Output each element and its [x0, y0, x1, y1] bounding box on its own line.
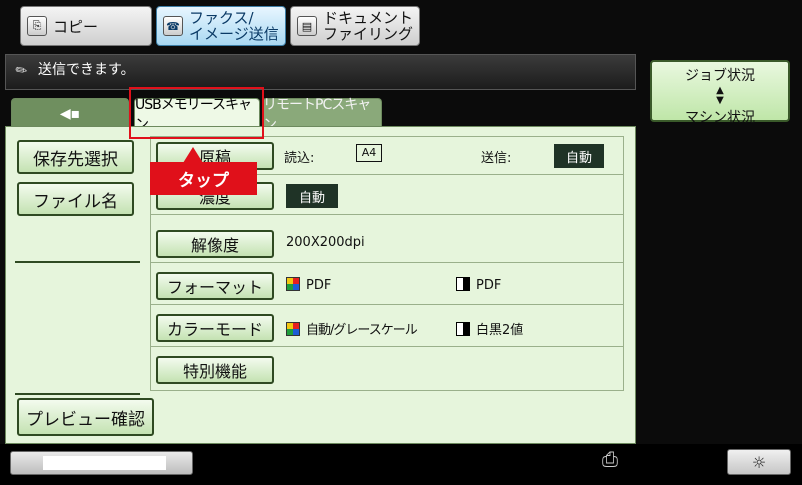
preview-label: プレビュー確認	[26, 409, 145, 430]
destination-select-button[interactable]: 保存先選択	[17, 140, 134, 174]
row-color-mode: カラーモード 自動/グレースケール 白黒2値	[151, 309, 623, 347]
preview-button[interactable]: プレビュー確認	[17, 398, 154, 436]
copy-icon: ⎘	[27, 16, 47, 36]
resolution-button[interactable]: 解像度	[156, 230, 274, 258]
copy-mode-label: コピー	[53, 17, 99, 36]
back-tab[interactable]: ◀▪	[11, 98, 129, 128]
copy-mode-tab[interactable]: ⎘ コピー	[20, 6, 152, 46]
resolution-label: 解像度	[190, 236, 239, 255]
filing-tab-line2: ファイリング	[323, 25, 414, 43]
format-label: フォーマット	[166, 278, 263, 297]
job-status-label: ジョブ状況	[685, 68, 755, 84]
progress-bar	[10, 451, 193, 475]
machine-status-label: マシン状況	[685, 110, 755, 126]
color-mode-label: カラーモード	[166, 320, 263, 339]
special-functions-button[interactable]: 特別機能	[156, 356, 274, 384]
read-label: 読込:	[284, 151, 315, 166]
filename-label: ファイル名	[33, 191, 118, 212]
toggle-arrows-icon: ▲ ▼	[716, 85, 724, 106]
format-button[interactable]: フォーマット	[156, 272, 274, 300]
paper-size-value: A4	[356, 144, 382, 162]
color-mode-mono-value: 白黒2値	[476, 323, 524, 338]
status-message: 送信できます。	[38, 62, 135, 78]
job-status-button[interactable]: ジョブ状況 ▲ ▼ マシン状況	[650, 60, 790, 126]
format-mono-value: PDF	[476, 278, 502, 293]
density-value: 自動	[286, 184, 338, 208]
color-mode-color-value: 自動/グレースケール	[306, 323, 418, 338]
usb-tab-highlight	[129, 87, 264, 139]
send-label: 送信:	[481, 151, 512, 166]
fax-tab-line2: イメージ送信	[189, 25, 279, 43]
row-format: フォーマット PDF PDF	[151, 267, 623, 305]
special-label: 特別機能	[182, 362, 247, 381]
format-color-value: PDF	[306, 278, 332, 293]
left-divider	[15, 261, 140, 263]
tap-pointer-icon	[183, 147, 203, 163]
pin-icon: ✎	[12, 61, 32, 81]
color-icon	[286, 277, 300, 291]
mono-icon	[456, 277, 470, 291]
usb-memory-icon[interactable]: ⎙	[602, 447, 618, 471]
progress-fill	[43, 456, 166, 470]
fax-image-send-tab[interactable]: ☎ ファクス/ イメージ送信	[156, 6, 286, 46]
device-screen: ⎘ コピー ☎ ファクス/ イメージ送信 ▤ ドキュメント ファイリング ✎ 送…	[0, 0, 802, 485]
brightness-button[interactable]: ☼	[727, 449, 791, 475]
destination-label: 保存先選択	[33, 149, 118, 170]
mono-icon	[456, 322, 470, 336]
filing-icon: ▤	[297, 16, 317, 36]
filename-button[interactable]: ファイル名	[17, 182, 134, 216]
row-resolution: 解像度 200X200dpi	[151, 225, 623, 263]
resolution-value: 200X200dpi	[286, 235, 365, 250]
left-divider-bottom	[15, 393, 140, 395]
color-mode-button[interactable]: カラーモード	[156, 314, 274, 342]
color-icon	[286, 322, 300, 336]
send-size-value: 自動	[554, 144, 604, 168]
back-arrow-icon: ◀▪	[59, 105, 81, 122]
message-bar: ✎ 送信できます。	[5, 54, 636, 90]
document-filing-tab[interactable]: ▤ ドキュメント ファイリング	[290, 6, 420, 46]
tab-remote-pc-scan[interactable]: リモートPCスキャン	[262, 97, 382, 133]
tap-callout: タップ	[150, 162, 257, 195]
fax-icon: ☎	[163, 16, 183, 36]
row-special: 特別機能	[151, 351, 623, 389]
brightness-icon: ☼	[751, 452, 767, 472]
